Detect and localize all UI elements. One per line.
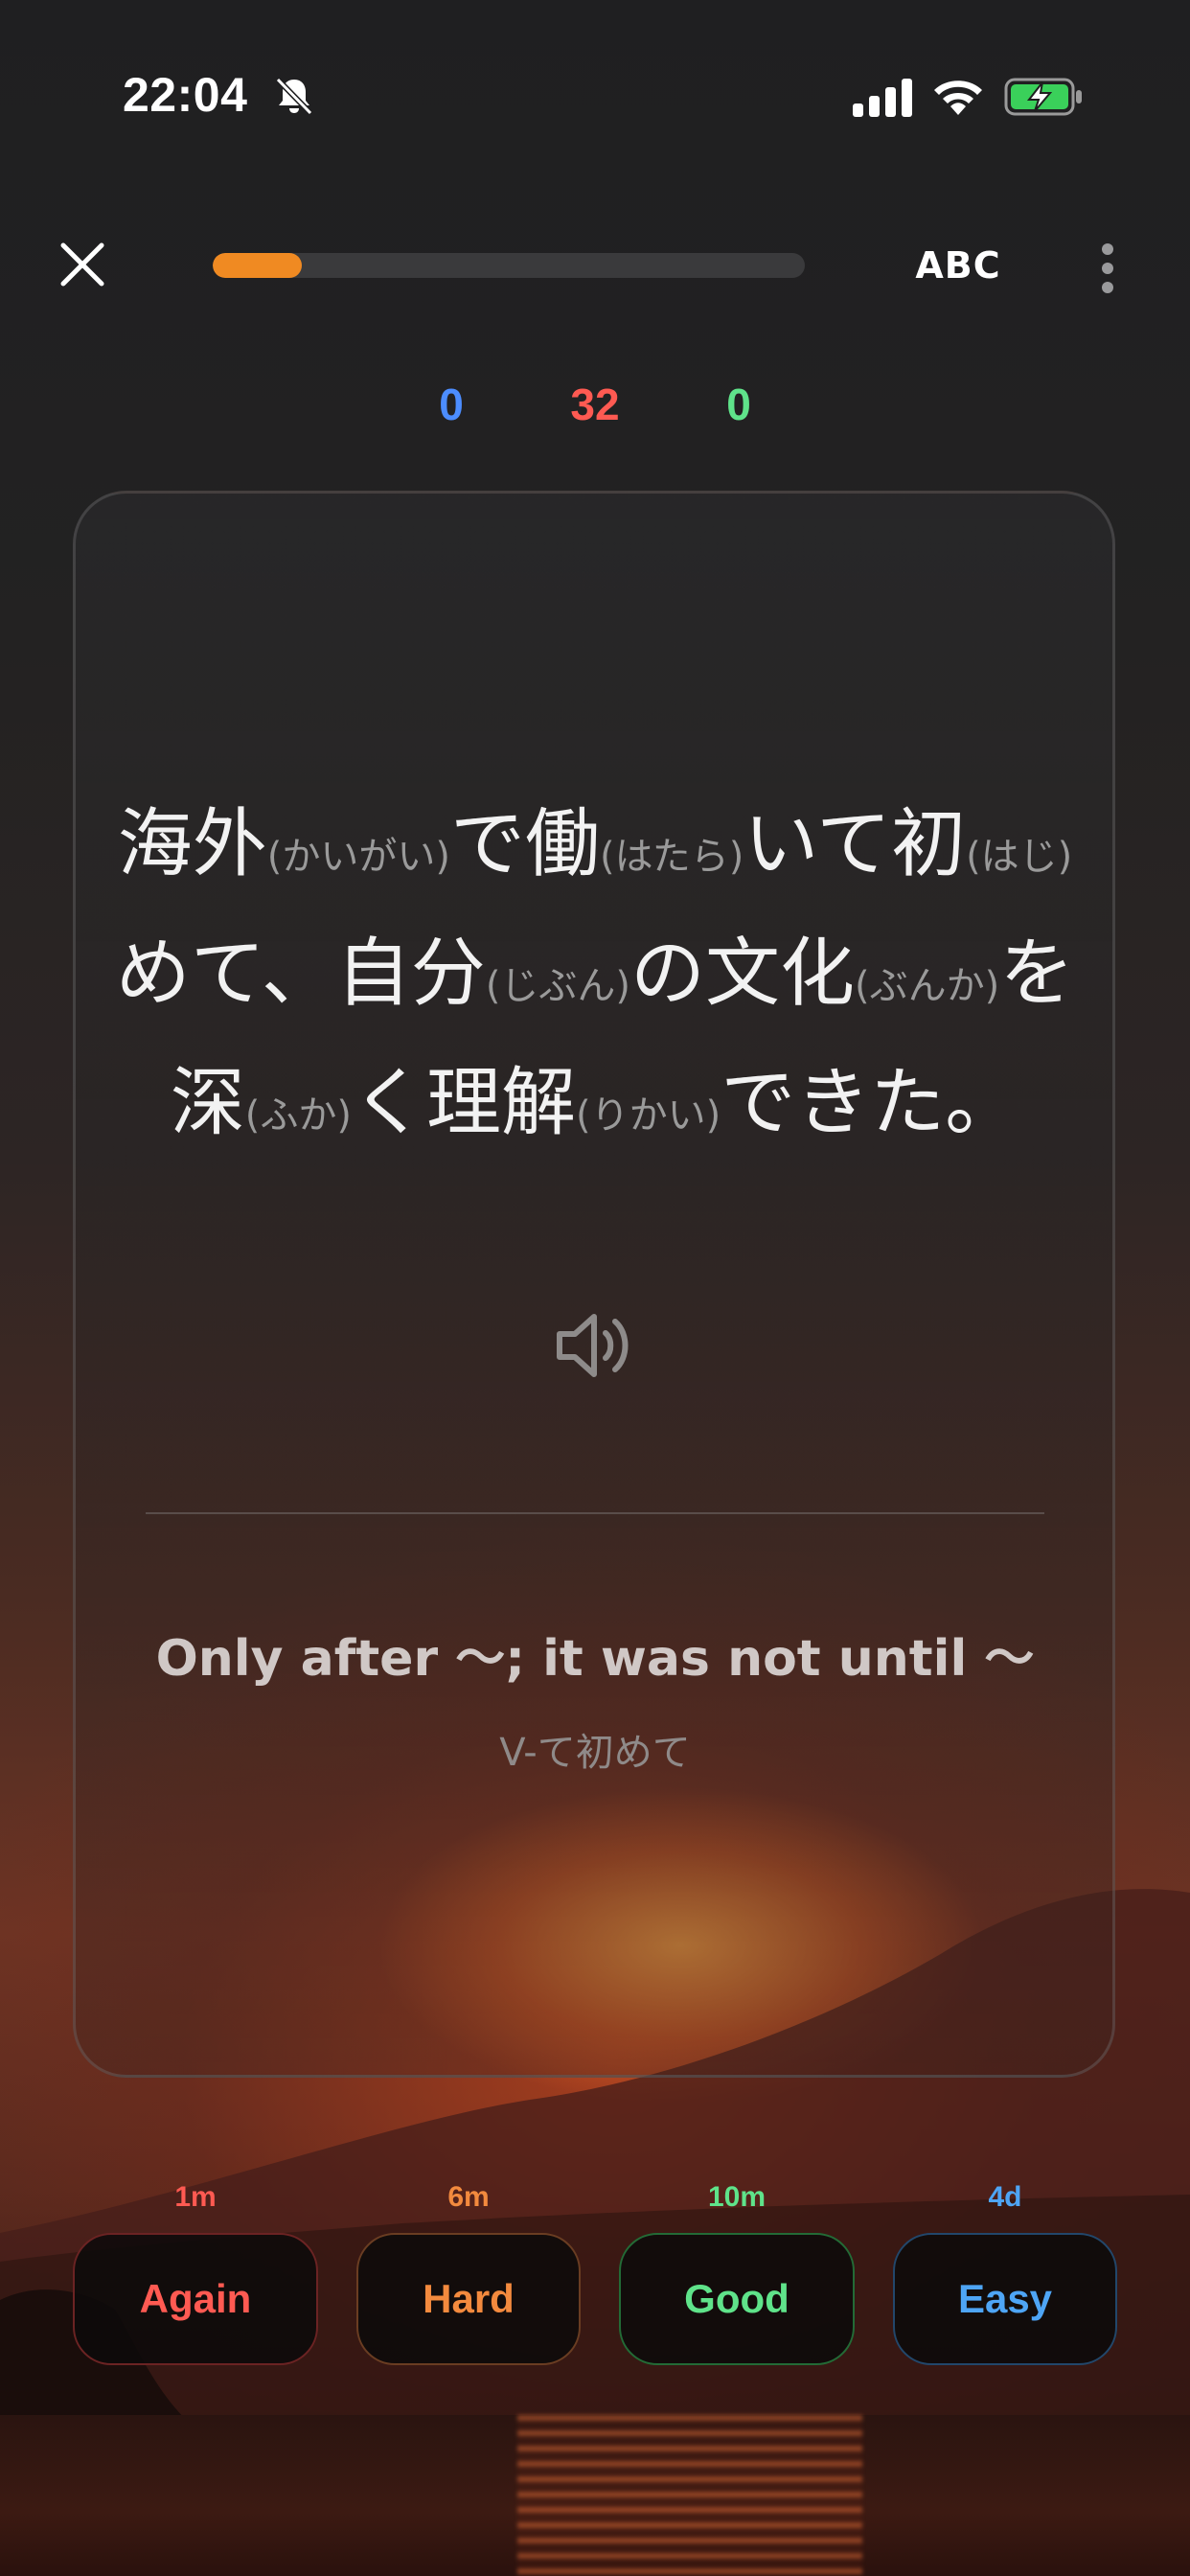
learning-count: 32 <box>570 380 620 429</box>
reading-annotation: (ふか) <box>244 1093 352 1138</box>
reading-annotation: (ぶんか) <box>855 964 1000 1008</box>
sentence-segment: の文化 <box>630 931 856 1017</box>
review-count: 0 <box>726 380 751 429</box>
speaker-play-audio-button[interactable] <box>554 1307 636 1384</box>
reading-annotation: (はじ) <box>966 835 1073 879</box>
sentence-segment: で働 <box>449 801 600 887</box>
more-options-button[interactable] <box>1088 240 1127 297</box>
progress-fill <box>213 253 302 278</box>
reading-annotation: (りかい) <box>576 1093 721 1138</box>
again-button[interactable]: Again <box>73 2233 318 2365</box>
battery-charging-icon <box>1004 78 1082 116</box>
easy-interval: 4d <box>988 2181 1022 2213</box>
reading-annotation: (じぶん) <box>485 964 631 1008</box>
progress-bar <box>213 253 805 278</box>
hard-interval: 6m <box>447 2181 490 2213</box>
sentence-segment: 海外 <box>117 801 267 887</box>
sentence-segment: く理解 <box>351 1060 576 1146</box>
sentence-segment: いて初 <box>744 801 967 887</box>
good-interval: 10m <box>707 2181 767 2213</box>
wifi-icon <box>934 80 982 115</box>
card-counts: 0 32 0 <box>0 379 1190 436</box>
example-sentence: 海外(かいがい)で働(はたら)いて初(はじ) めて、自分(じぶん)の文化(ぶんか)… <box>115 786 1075 1174</box>
reading-annotation: (かいがい) <box>266 835 450 879</box>
sun-reflection <box>517 2415 862 2576</box>
sentence-segment: めて、自分 <box>115 931 486 1017</box>
sentence-segment: できた。 <box>721 1060 1020 1146</box>
grammar-pattern: V-て初めて <box>499 1731 691 1775</box>
new-count: 0 <box>439 380 464 429</box>
reading-annotation: (はたら) <box>599 835 744 879</box>
text-toggle-button[interactable]: ABC <box>901 242 1016 289</box>
good-button[interactable]: Good <box>619 2233 855 2365</box>
again-interval: 1m <box>174 2181 217 2213</box>
flashcard <box>73 491 1115 2078</box>
card-divider <box>146 1512 1044 1514</box>
easy-button[interactable]: Easy <box>893 2233 1117 2365</box>
status-time: 22:04 <box>123 68 248 122</box>
grammar-meaning: Only after 〜; it was not until 〜 <box>155 1630 1035 1688</box>
bell-muted-icon <box>275 77 313 116</box>
close-button[interactable] <box>56 238 109 291</box>
signal-icon <box>853 79 912 117</box>
hard-button[interactable]: Hard <box>356 2233 581 2365</box>
